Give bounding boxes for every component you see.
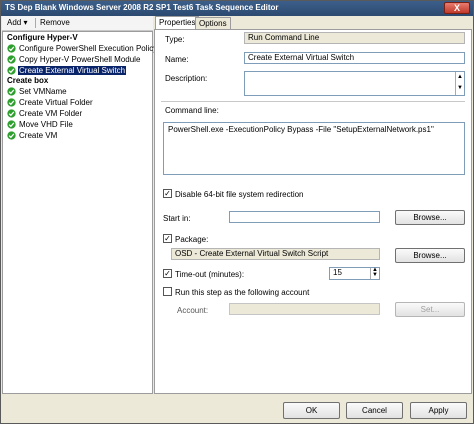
toolbar: Add ▾ Remove [2,16,153,31]
tree-item-label: Create External Virtual Switch [18,66,127,75]
account-field [229,303,380,315]
add-button[interactable]: Add ▾ [7,18,27,27]
run-as-label: Run this step as the following account [175,288,310,297]
tree-item-set-vmname[interactable]: Set VMName [7,87,68,96]
package-browse-button[interactable]: Browse... [395,248,465,263]
properties-panel: Type: Run Command Line Name: Create Exte… [154,29,472,394]
tree-item-create-virtual-folder[interactable]: Create Virtual Folder [7,98,94,107]
set-account-button: Set... [395,302,465,317]
start-in-label: Start in: [163,214,191,223]
disable-redirection-checkbox[interactable]: ✓ [163,189,172,198]
success-check-icon [7,109,16,118]
apply-button[interactable]: Apply [410,402,467,419]
task-sequence-editor-window: TS Dep Blank Windows Server 2008 R2 SP1 … [0,0,474,424]
package-field: OSD - Create External Virtual Switch Scr… [171,248,380,260]
scroll-down-icon: ▼ [457,85,463,91]
tree-item-label: Create VM Folder [19,109,83,118]
disable-redirection-label: Disable 64-bit file system redirection [175,190,304,199]
start-in-browse-button[interactable]: Browse... [395,210,465,225]
success-check-icon [7,131,16,140]
close-button[interactable]: X [444,2,470,14]
tree-item-create-external-virtual-switch[interactable]: Create External Virtual Switch [7,66,127,75]
tree-item-label: Move VHD File [19,120,73,129]
name-field[interactable]: Create External Virtual Switch [244,52,465,64]
type-field: Run Command Line [244,32,465,44]
name-label: Name: [165,55,189,64]
tree-item-create-vm-folder[interactable]: Create VM Folder [7,109,83,118]
success-check-icon [7,98,16,107]
tree-item-label: Create VM [19,131,58,140]
description-field[interactable] [244,71,465,96]
success-check-icon [7,44,16,53]
remove-button[interactable]: Remove [40,18,70,27]
task-sequence-tree[interactable]: Configure Hyper-V Configure PowerShell E… [2,31,157,394]
tree-item-copy-hyper-v-powershell-module[interactable]: Copy Hyper-V PowerShell Module [7,55,141,64]
description-scrollbar[interactable]: ▲ ▼ [455,72,464,95]
success-check-icon [7,55,16,64]
toolbar-separator [35,18,36,28]
tab-strip: Properties Options [154,16,472,30]
description-label: Description: [165,74,208,83]
tree-group-create-box[interactable]: Create box [7,76,48,85]
tree-item-label: Set VMName [19,87,67,96]
run-as-checkbox[interactable] [163,287,172,296]
cancel-button[interactable]: Cancel [346,402,403,419]
tree-item-label: Configure PowerShell Execution Policy [19,44,158,53]
timeout-spinner[interactable]: ▲ ▼ [370,267,379,279]
timeout-label: Time-out (minutes): [175,270,245,279]
command-line-label: Command line: [165,106,219,115]
package-checkbox[interactable]: ✓ [163,234,172,243]
package-label: Package: [175,235,209,244]
chevron-down-icon: ▾ [23,18,28,27]
success-check-icon [7,66,16,75]
timeout-value: 15 [333,268,342,277]
command-line-field[interactable]: PowerShell.exe -ExecutionPolicy Bypass -… [163,122,465,175]
success-check-icon [7,120,16,129]
add-label: Add [7,18,22,27]
tree-item-label: Create Virtual Folder [19,98,93,107]
account-label: Account: [177,306,209,315]
tree-item-move-vhd-file[interactable]: Move VHD File [7,120,74,129]
separator [161,101,465,102]
success-check-icon [7,87,16,96]
tab-options[interactable]: Options [195,17,231,29]
ok-button[interactable]: OK [283,402,340,419]
spin-down-icon: ▼ [372,272,378,278]
tree-item-create-vm[interactable]: Create VM [7,131,58,140]
title-bar[interactable]: TS Dep Blank Windows Server 2008 R2 SP1 … [1,1,473,16]
dialog-button-bar: OK Cancel Apply [1,394,473,423]
timeout-checkbox[interactable]: ✓ [163,269,172,278]
tree-item-label: Copy Hyper-V PowerShell Module [19,55,141,64]
window-title: TS Dep Blank Windows Server 2008 R2 SP1 … [5,3,279,12]
tab-properties[interactable]: Properties [155,16,200,30]
tree-group-configure-hyper-v[interactable]: Configure Hyper-V [7,33,78,42]
start-in-field[interactable] [229,211,380,223]
type-label: Type: [165,35,185,44]
tree-item-configure-powershell-execution-policy[interactable]: Configure PowerShell Execution Policy [7,44,158,53]
scroll-up-icon: ▲ [457,74,463,80]
